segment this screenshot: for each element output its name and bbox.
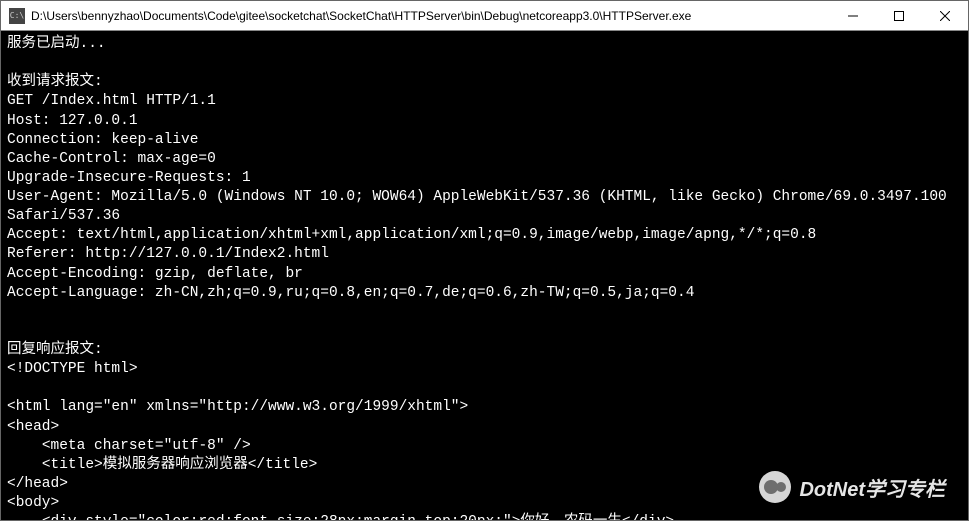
app-window: C:\ D:\Users\bennyzhao\Documents\Code\gi… — [0, 0, 969, 521]
maximize-icon — [894, 11, 904, 21]
titlebar[interactable]: C:\ D:\Users\bennyzhao\Documents\Code\gi… — [1, 1, 968, 31]
watermark-text: DotNet学习专栏 — [799, 473, 945, 502]
window-title: D:\Users\bennyzhao\Documents\Code\gitee\… — [31, 9, 830, 23]
minimize-button[interactable] — [830, 1, 876, 30]
app-icon: C:\ — [9, 8, 25, 24]
close-button[interactable] — [922, 1, 968, 30]
wechat-icon — [759, 471, 791, 503]
close-icon — [940, 11, 950, 21]
console-output: 服务已启动... 收到请求报文: GET /Index.html HTTP/1.… — [1, 31, 968, 520]
minimize-icon — [848, 11, 858, 21]
maximize-button[interactable] — [876, 1, 922, 30]
watermark: DotNet学习专栏 — [759, 471, 945, 503]
window-controls — [830, 1, 968, 30]
